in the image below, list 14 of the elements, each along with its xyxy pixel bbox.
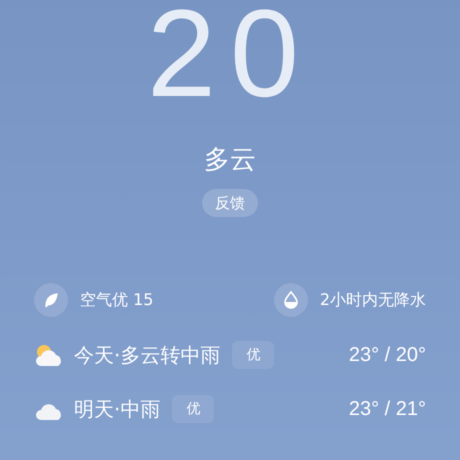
forecast-day-label: 明天·中雨 — [74, 396, 160, 422]
weather-condition: 多云 — [204, 145, 256, 175]
air-quality-label: 空气优 15 — [80, 290, 154, 310]
feedback-button[interactable]: 反馈 — [202, 189, 258, 217]
temperature-range: 23° / 21° — [348, 398, 426, 420]
water-drop-icon — [274, 283, 308, 317]
temperature-reading: 20 — [147, 0, 313, 114]
leaf-icon — [34, 283, 68, 317]
precipitation-label: 2小时内无降水 — [320, 290, 426, 310]
forecast-day-label: 今天·多云转中雨 — [74, 342, 220, 368]
temperature-range: 23° / 20° — [348, 344, 426, 366]
air-quality-tag: 优 — [232, 341, 274, 369]
air-quality-tag: 优 — [172, 395, 214, 423]
partly-cloudy-icon — [34, 343, 64, 367]
